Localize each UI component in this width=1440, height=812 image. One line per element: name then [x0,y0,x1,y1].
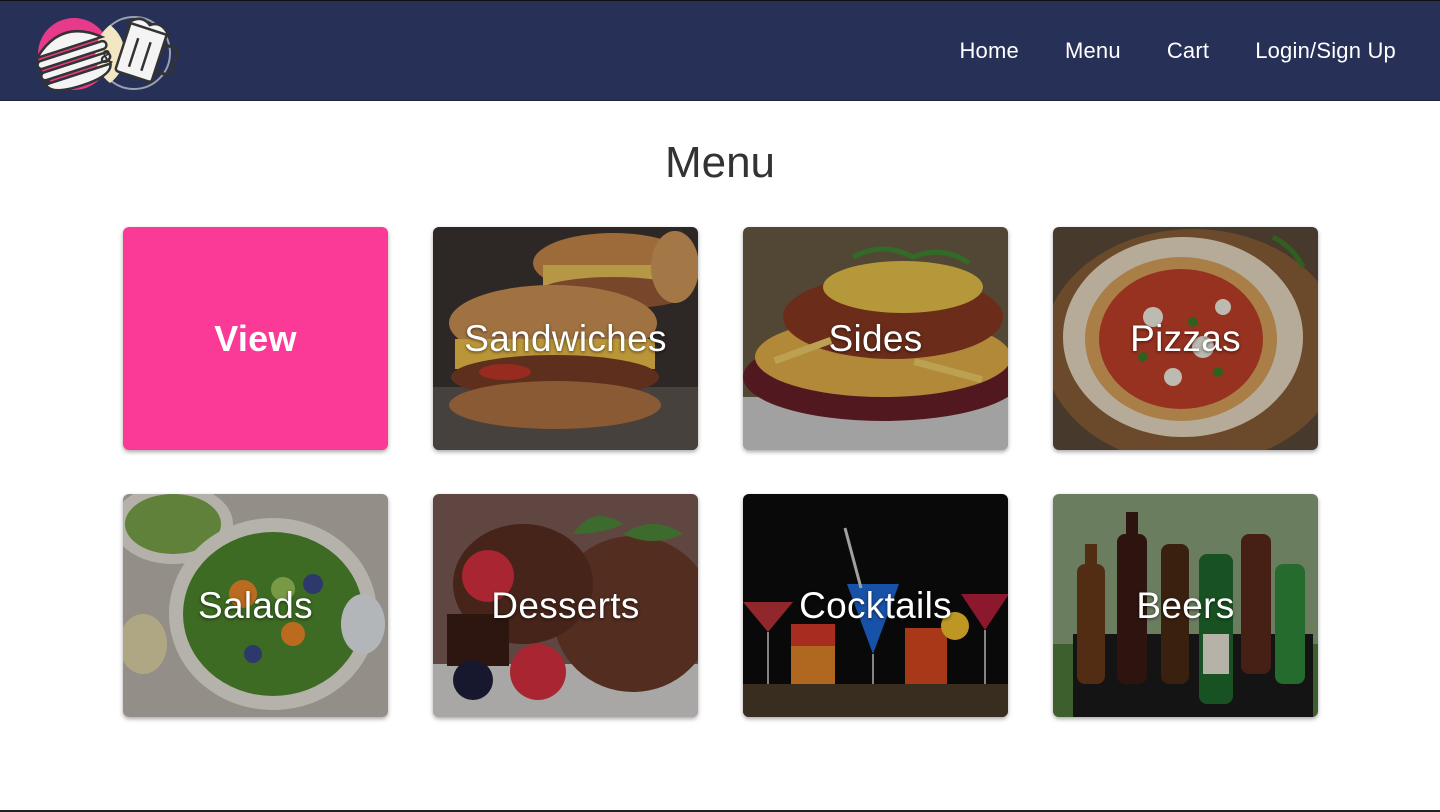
category-card-cocktails[interactable]: Cocktails [743,494,1008,717]
category-label-pizzas: Pizzas [1130,317,1241,359]
brand-logo[interactable]: & [30,13,180,93]
category-label-sandwiches: Sandwiches [464,317,667,359]
view-card-label: View [214,317,297,359]
top-navbar: & Home Menu Cart Login/Sign Up [0,0,1440,101]
nav-menu-link[interactable]: Menu [1065,38,1121,64]
svg-text:&: & [100,47,113,67]
view-card[interactable]: View [123,227,388,450]
category-label-sides: Sides [828,317,923,359]
category-card-pizzas[interactable]: Pizzas [1053,227,1318,450]
nav-login-signup-link[interactable]: Login/Sign Up [1255,38,1396,64]
menu-category-grid: View Sandwiches Sides Pizzas Salads Dess… [123,227,1318,717]
category-card-beers[interactable]: Beers [1053,494,1318,717]
page-title: Menu [664,138,776,187]
category-card-salads[interactable]: Salads [123,494,388,717]
nav-home-link[interactable]: Home [959,38,1019,64]
category-label-beers: Beers [1136,584,1235,626]
category-card-sides[interactable]: Sides [743,227,1008,450]
category-card-sandwiches[interactable]: Sandwiches [433,227,698,450]
category-label-desserts: Desserts [491,584,640,626]
nav-cart-link[interactable]: Cart [1167,38,1209,64]
main-nav: Home Menu Cart Login/Sign Up [913,1,1396,101]
category-label-salads: Salads [198,584,313,626]
category-label-cocktails: Cocktails [799,584,952,626]
burger-and-beer-logo-icon: & [34,16,179,92]
category-card-desserts[interactable]: Desserts [433,494,698,717]
